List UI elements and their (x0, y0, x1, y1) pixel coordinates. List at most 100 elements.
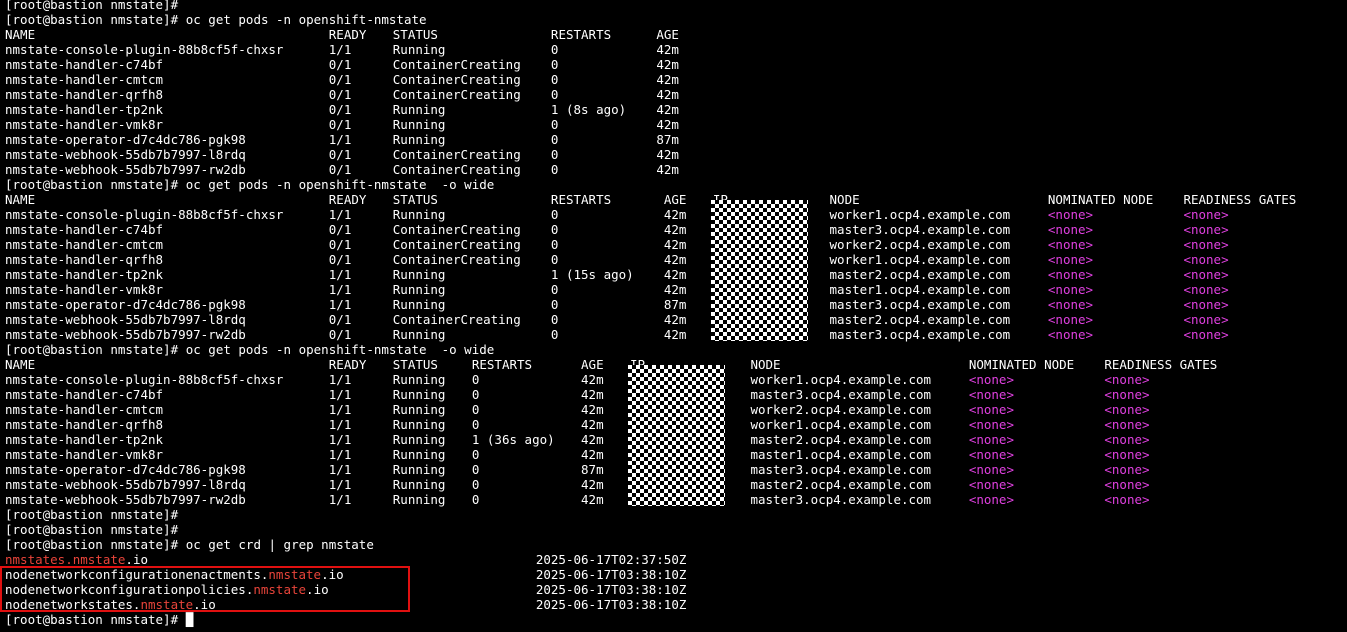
crd-created: 2025-06-17T03:38:10Z (535, 582, 687, 597)
pod-node: master2.ocp4.example.com (829, 312, 1011, 327)
shell-prompt: [root@bastion nmstate]# (5, 522, 179, 537)
crd-name: nmstates.nmstate.io (5, 552, 148, 567)
pod-age: 87m (581, 462, 604, 477)
table-row: nmstate-console-plugin-88b8cf5f-chxsr 1/1… (5, 207, 1343, 222)
header-nominated-node: NOMINATED NODE (968, 357, 1075, 372)
header-restarts: RESTARTS (471, 357, 533, 372)
shell-prompt: [root@bastion nmstate]# (5, 0, 179, 12)
terminal-output[interactable]: [root@bastion nmstate]# [root@bastion nms… (5, 0, 1343, 632)
pod-node: master3.ocp4.example.com (750, 492, 932, 507)
pod-nominated-node: <none> (968, 387, 1014, 402)
crd-prefix: nmstates. (5, 552, 73, 567)
pod-status: Running (392, 387, 446, 402)
header-node: NODE (829, 192, 860, 207)
pod-status: Running (392, 102, 446, 117)
pod-name: nmstate-webhook-55db7b7997-rw2db (5, 162, 246, 177)
pod-node: master3.ocp4.example.com (829, 222, 1011, 237)
pod-nominated-node: <none> (1047, 312, 1094, 327)
header-node: NODE (750, 357, 781, 372)
pod-status: ContainerCreating (392, 72, 521, 87)
pod-age: 42m (663, 267, 687, 282)
pod-age: 42m (581, 492, 604, 507)
pod-age: 42m (663, 252, 687, 267)
prompt-line: [root@bastion nmstate]# (5, 0, 1343, 12)
pod-nominated-node: <none> (968, 462, 1014, 477)
pod-status: Running (392, 492, 446, 507)
pod-node: master3.ocp4.example.com (829, 297, 1011, 312)
table-row: nmstate-handler-c74bf 0/1 ContainerCreatin… (5, 222, 1343, 237)
pod-status: ContainerCreating (392, 57, 521, 72)
table-row: nmstate-operator-d7c4dc786-pgk98 1/1 Runni… (5, 132, 1343, 147)
pod-status: Running (392, 207, 446, 222)
pod-ready: 1/1 (328, 477, 352, 492)
pod-age: 42m (581, 387, 604, 402)
header-restarts: RESTARTS (550, 27, 612, 42)
table-row: nmstate-handler-vmk8r 0/1 Running 0 42m (5, 117, 1343, 132)
pod-nominated-node: <none> (1047, 207, 1094, 222)
pod-ready: 1/1 (328, 432, 352, 447)
pod-name: nmstate-handler-vmk8r (5, 447, 164, 462)
pod-name: nmstate-webhook-55db7b7997-l8rdq (5, 147, 246, 162)
pod-restarts: 0 (471, 462, 480, 477)
pod-age: 42m (656, 147, 679, 162)
pod-name: nmstate-webhook-55db7b7997-l8rdq (5, 312, 246, 327)
pod-status: ContainerCreating (392, 147, 521, 162)
pod-restarts: 0 (550, 207, 559, 222)
shell-prompt: [root@bastion nmstate]# (5, 12, 179, 27)
pod-nominated-node: <none> (968, 447, 1014, 462)
pod-ready: 1/1 (328, 387, 352, 402)
pod-status: Running (392, 372, 446, 387)
table-row: nmstate-handler-c74bf 0/1 ContainerCreatin… (5, 57, 1343, 72)
pod-ready: 1/1 (328, 447, 352, 462)
pod-age: 42m (581, 417, 604, 432)
pod-status: Running (392, 267, 446, 282)
pod-name: nmstate-handler-tp2nk (5, 102, 164, 117)
pod-name: nmstate-handler-qrfh8 (5, 417, 164, 432)
redacted-ip-block (711, 200, 808, 341)
pod-restarts: 0 (550, 42, 559, 57)
table-row: nmstate-handler-vmk8r 1/1 Running 0 42m maste… (5, 282, 1343, 297)
pod-ready: 1/1 (328, 402, 352, 417)
pod-age: 42m (581, 477, 604, 492)
pod-nominated-node: <none> (1047, 267, 1094, 282)
table-row: nmstate-webhook-55db7b7997-rw2db 0/1 Runni… (5, 327, 1343, 342)
header-age: AGE (663, 192, 687, 207)
pod-age: 42m (663, 207, 687, 222)
table-row: nmstate-handler-qrfh8 0/1 ContainerCreatin… (5, 87, 1343, 102)
pod-node: worker1.ocp4.example.com (750, 417, 932, 432)
command-text: oc get pods -n openshift-nmstate -o wide (185, 342, 495, 357)
pod-nominated-node: <none> (1047, 327, 1094, 342)
pod-node: master3.ocp4.example.com (750, 387, 932, 402)
pod-nominated-node: <none> (968, 492, 1014, 507)
pod-readiness-gates: <none> (1104, 477, 1150, 492)
pod-name: nmstate-handler-cmtcm (5, 237, 164, 252)
pod-ready: 1/1 (328, 417, 352, 432)
pod-status: Running (392, 417, 446, 432)
pod-ready: 0/1 (328, 252, 352, 267)
table-header: NAMEREADYSTATUSRESTARTSAGEIPNODENOMINATE… (5, 192, 1343, 207)
table-row: nmstate-webhook-55db7b7997-rw2db 0/1 Conta… (5, 162, 1343, 177)
pod-name: nmstate-handler-vmk8r (5, 117, 164, 132)
header-name: NAME (5, 192, 36, 207)
shell-prompt: [root@bastion nmstate]# (5, 612, 179, 627)
pod-name: nmstate-webhook-55db7b7997-rw2db (5, 492, 246, 507)
pod-restarts: 0 (550, 72, 559, 87)
pod-nominated-node: <none> (1047, 252, 1094, 267)
pod-ready: 0/1 (328, 312, 352, 327)
pod-status: ContainerCreating (392, 237, 521, 252)
pod-readiness-gates: <none> (1183, 297, 1229, 312)
pod-ready: 0/1 (328, 117, 352, 132)
pod-name: nmstate-handler-c74bf (5, 387, 164, 402)
pod-readiness-gates: <none> (1104, 492, 1150, 507)
pod-node: master2.ocp4.example.com (750, 477, 932, 492)
pod-restarts: 0 (550, 117, 559, 132)
header-restarts: RESTARTS (550, 192, 612, 207)
pod-age: 42m (581, 402, 604, 417)
pod-readiness-gates: <none> (1183, 327, 1229, 342)
pod-restarts: 0 (550, 297, 559, 312)
pod-name: nmstate-handler-tp2nk (5, 432, 164, 447)
pod-restarts: 0 (550, 147, 559, 162)
pod-name: nmstate-webhook-55db7b7997-rw2db (5, 327, 246, 342)
pod-node: worker2.ocp4.example.com (829, 237, 1011, 252)
pod-age: 42m (663, 282, 687, 297)
